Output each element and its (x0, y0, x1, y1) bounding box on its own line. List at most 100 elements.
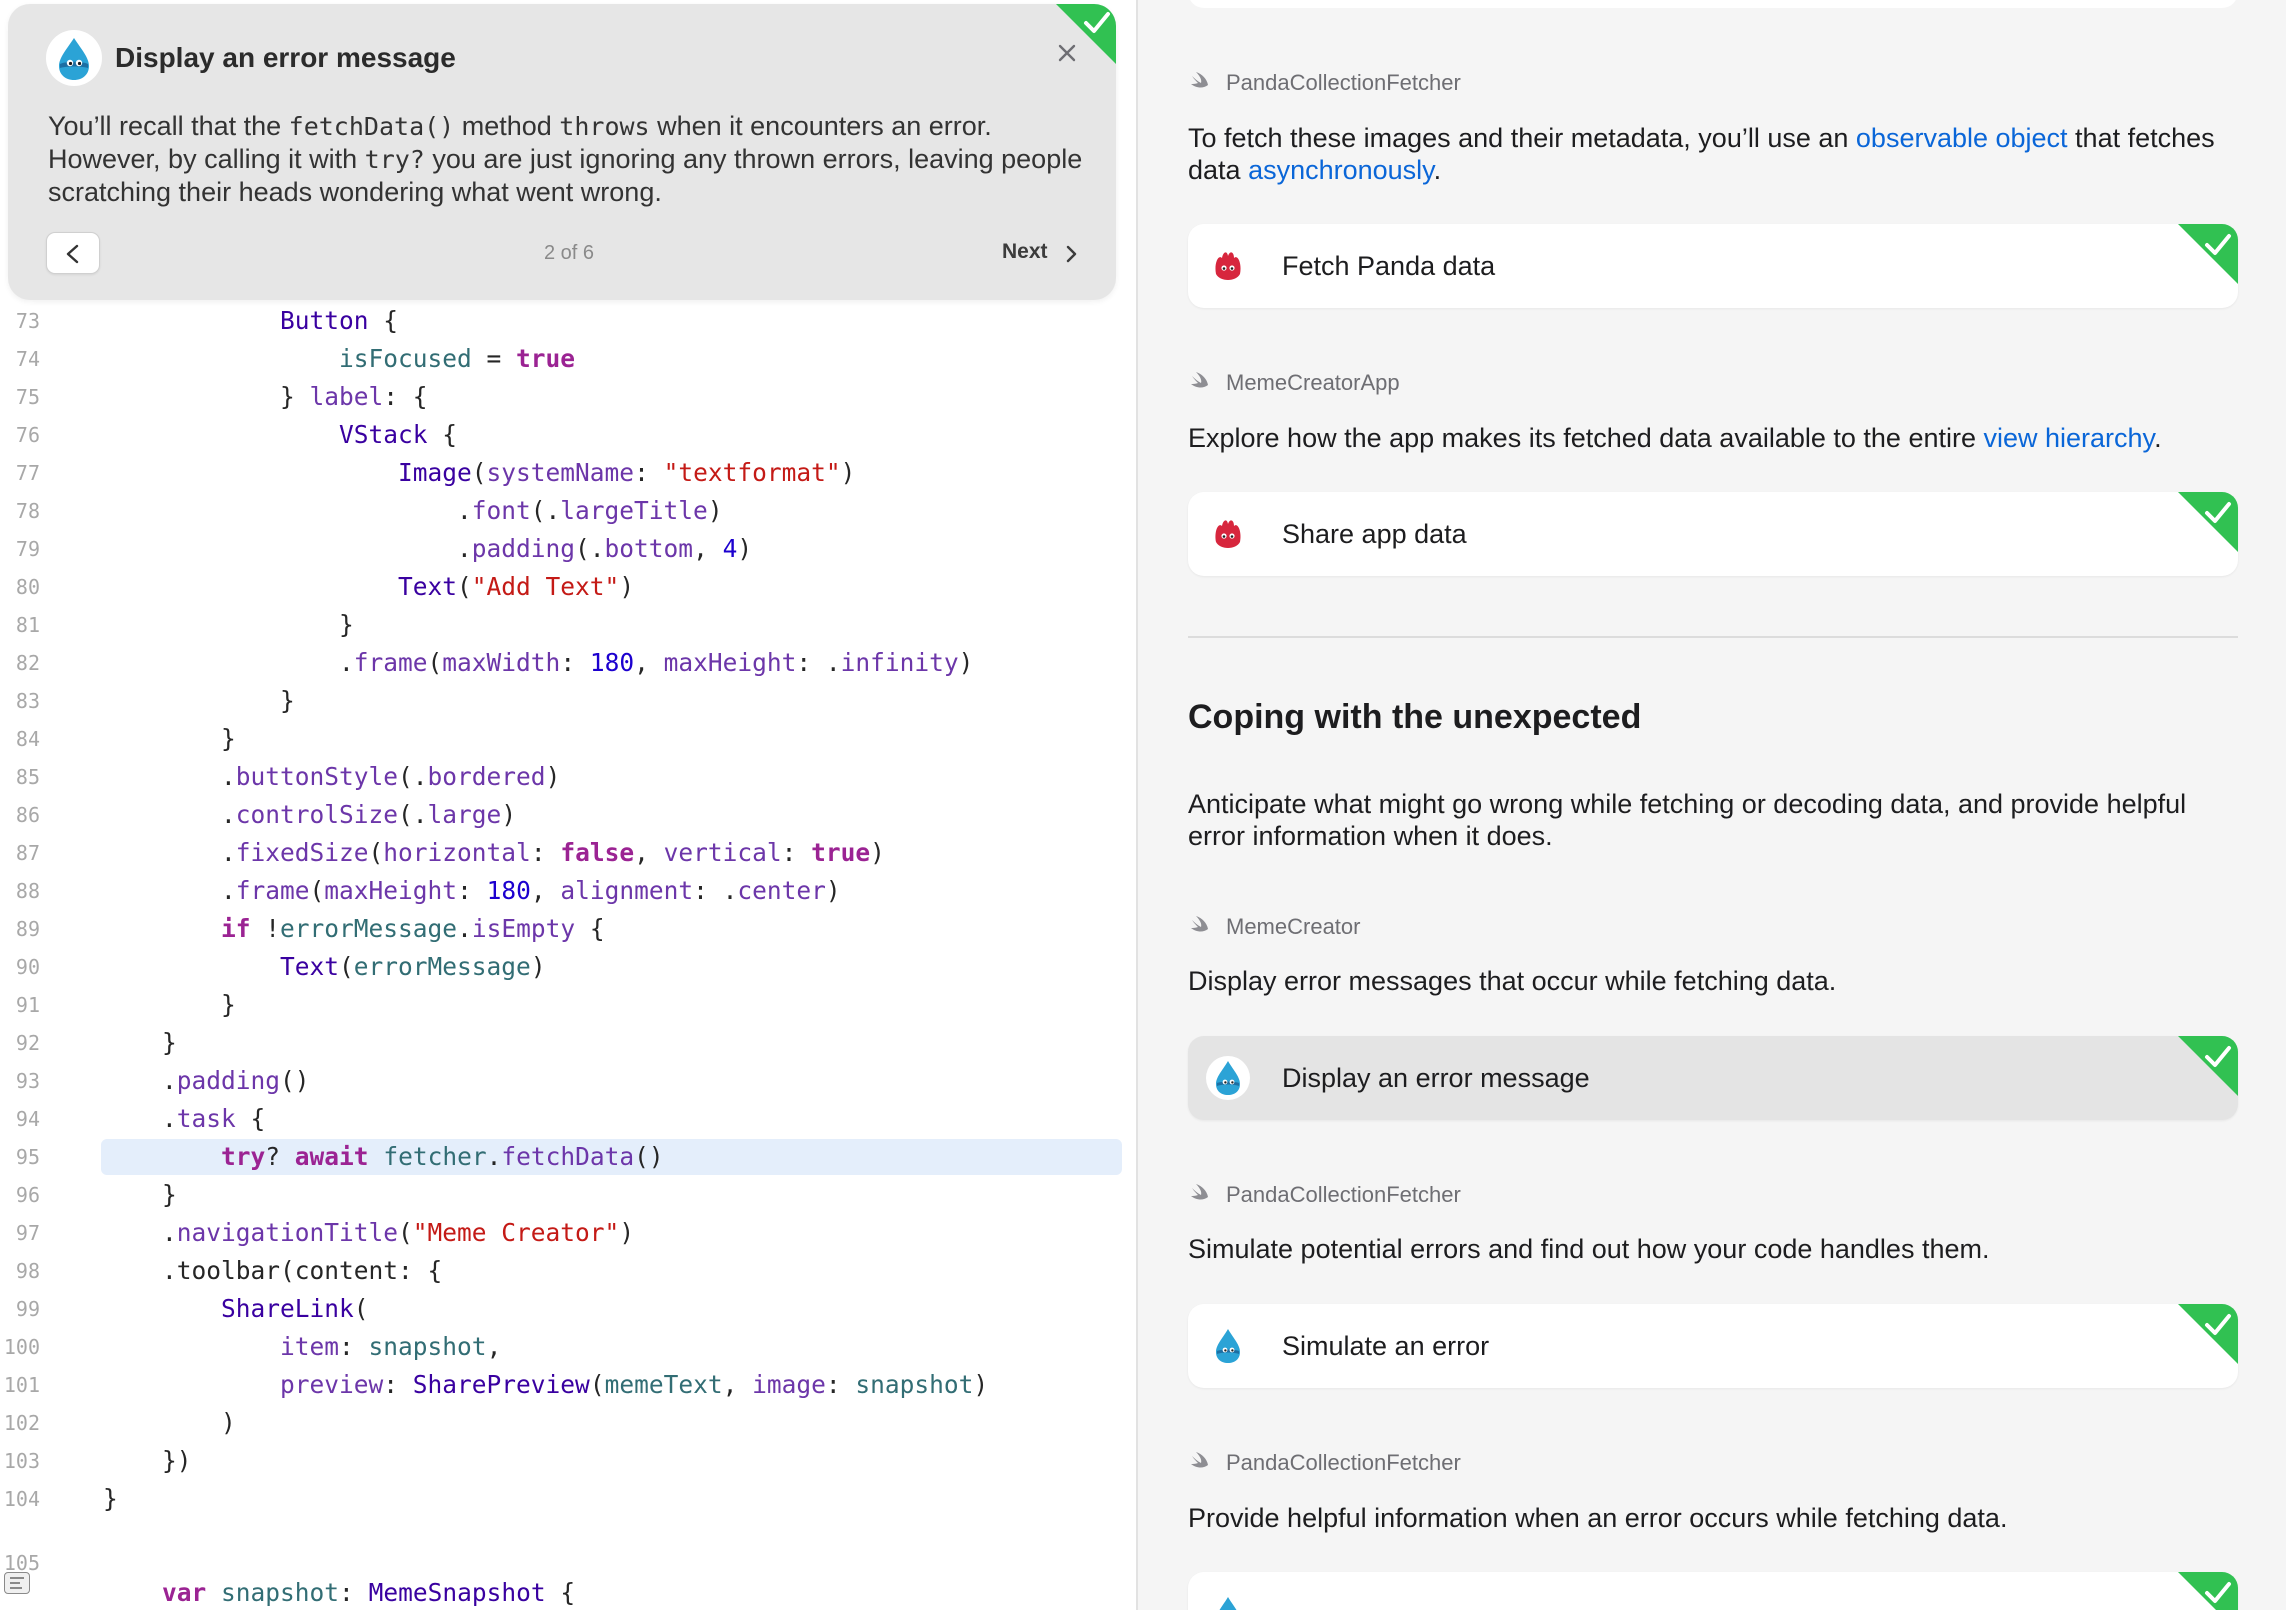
line-code: .navigationTitle("Meme Creator") (103, 1214, 634, 1252)
code-editor[interactable]: 72 73 Button {74 isFocused = true75 } la… (0, 0, 1136, 1610)
code-line[interactable]: 96 } (0, 1176, 1136, 1214)
link-asynchronously[interactable]: asynchronously (1248, 155, 1434, 185)
code-line[interactable]: 92 } (0, 1024, 1136, 1062)
code-token: center (737, 876, 826, 905)
step-card-partial[interactable] (1188, 1572, 2238, 1610)
close-icon[interactable] (1056, 42, 1078, 64)
code-line[interactable]: 103 }) (0, 1442, 1136, 1480)
line-number: 103 (3, 1449, 40, 1473)
code-line[interactable]: 83 } (0, 682, 1136, 720)
line-code: } (103, 986, 236, 1024)
chevron-right-icon (1066, 245, 1077, 263)
code-line[interactable]: 91 } (0, 986, 1136, 1024)
code-line[interactable]: 100 item: snapshot, (0, 1328, 1136, 1366)
step-description: Display error messages that occur while … (1188, 966, 1837, 996)
code-token: var (162, 1578, 207, 1607)
step-card-title: Simulate an error (1282, 1331, 1490, 1361)
code-line[interactable]: 87 .fixedSize(horizontal: false, vertica… (0, 834, 1136, 872)
checkmark-icon (2205, 1314, 2231, 1335)
code-token: ) (619, 572, 635, 601)
swift-drop-icon (1206, 1056, 1250, 1100)
line-number: 89 (15, 917, 40, 941)
code-token: controlSize (235, 800, 399, 829)
code-token: maxHeight (324, 876, 458, 905)
code-line[interactable]: 79 .padding(.bottom, 4) (0, 530, 1136, 568)
code-line[interactable]: 97 .navigationTitle("Meme Creator") (0, 1214, 1136, 1252)
code-token: } (103, 724, 236, 753)
line-code: Text("Add Text") (103, 568, 634, 606)
minimap-toggle-icon[interactable] (4, 1572, 30, 1594)
popover-body: You’ll recall that the fetchData() metho… (48, 110, 1088, 209)
step-card-simulate-an-error[interactable]: Simulate an error (1188, 1304, 2238, 1388)
code-line[interactable]: 76 VStack { (0, 416, 1136, 454)
swift-drop-icon (1206, 1324, 1250, 1368)
code-line[interactable]: 85 .buttonStyle(.bordered) (0, 758, 1136, 796)
code-token: } (103, 1484, 118, 1513)
code-line[interactable]: 93 .padding() (0, 1062, 1136, 1100)
code-token: errorMessage (353, 952, 531, 981)
code-line[interactable]: 99 ShareLink( (0, 1290, 1136, 1328)
code-token: font (471, 496, 531, 525)
code-token: ( (398, 1218, 413, 1247)
code-line[interactable]: 86 .controlSize(.large) (0, 796, 1136, 834)
code-token: (. (398, 800, 428, 829)
step-card-fetch-panda-data[interactable]: Fetch Panda data (1188, 224, 2238, 308)
section-intro: Anticipate what might go wrong while fet… (1188, 789, 2187, 851)
code-line[interactable]: 94 .task { (0, 1100, 1136, 1138)
swift-file-icon (1191, 916, 1208, 932)
code-token: snapshot (855, 1370, 974, 1399)
code-token: padding (471, 534, 576, 563)
code-line[interactable]: 104} (0, 1480, 1136, 1518)
line-code: .padding(.bottom, 4) (103, 530, 752, 568)
line-number: 84 (15, 727, 40, 751)
code-line[interactable]: 89 if !errorMessage.isEmpty { (0, 910, 1136, 948)
next-step-button[interactable]: Next (1002, 240, 1077, 270)
line-code: isFocused = true (103, 340, 575, 378)
code-token: : (457, 876, 487, 905)
code-token: , (722, 1370, 753, 1399)
code-token: false (560, 838, 635, 867)
code-line[interactable]: 82 .frame(maxWidth: 180, maxHeight: .inf… (0, 644, 1136, 682)
code-token: systemName (486, 458, 635, 487)
code-line[interactable]: 74 isFocused = true (0, 340, 1136, 378)
code-line[interactable]: 101 preview: SharePreview(memeText, imag… (0, 1366, 1136, 1404)
code-line[interactable]: 77 Image(systemName: "textformat") (0, 454, 1136, 492)
line-code: .frame(maxHeight: 180, alignment: .cente… (103, 872, 841, 910)
line-number: 92 (15, 1031, 40, 1055)
code-line[interactable]: 73 Button { (0, 302, 1136, 340)
code-token: alignment (560, 876, 694, 905)
body-code: try? (364, 145, 425, 174)
line-number: 78 (15, 499, 40, 523)
line-code: .toolbar(content: { (103, 1252, 442, 1290)
code-line[interactable]: 80 Text("Add Text") (0, 568, 1136, 606)
code-line[interactable]: 90 Text(errorMessage) (0, 948, 1136, 986)
code-token: task (176, 1104, 236, 1133)
line-number: 87 (15, 841, 40, 865)
step-card-partial[interactable] (1188, 0, 2238, 8)
code-token: 4 (722, 534, 738, 563)
code-line[interactable]: 88 .frame(maxHeight: 180, alignment: .ce… (0, 872, 1136, 910)
previous-step-button[interactable] (46, 232, 100, 274)
code-line[interactable]: 78 .font(.largeTitle) (0, 492, 1136, 530)
code-line[interactable]: 84 } (0, 720, 1136, 758)
line-number: 88 (15, 879, 40, 903)
code-line[interactable]: 81 } (0, 606, 1136, 644)
step-card-share-app-data[interactable]: Share app data (1188, 492, 2238, 576)
line-code: ) (103, 1404, 236, 1442)
code-token: ) (973, 1370, 989, 1399)
code-line[interactable]: 102 ) (0, 1404, 1136, 1442)
line-code: } (103, 1176, 177, 1214)
code-line-highlighted[interactable]: 95 try? await fetcher.fetchData() (0, 1138, 1136, 1176)
step-card-display-an-error-message[interactable]: Display an error message (1188, 1036, 2238, 1120)
code-token: . (103, 762, 236, 791)
line-code: .frame(maxWidth: 180, maxHeight: .infini… (103, 644, 973, 682)
code-line[interactable]: 98 .toolbar(content: { (0, 1252, 1136, 1290)
link-observable-object[interactable]: observable object (1856, 123, 2068, 153)
code-line[interactable]: 75 } label: { (0, 378, 1136, 416)
code-token: try (221, 1142, 266, 1171)
link-view-hierarchy[interactable]: view hierarchy (1984, 423, 2155, 453)
code-token: 180 (589, 648, 635, 677)
